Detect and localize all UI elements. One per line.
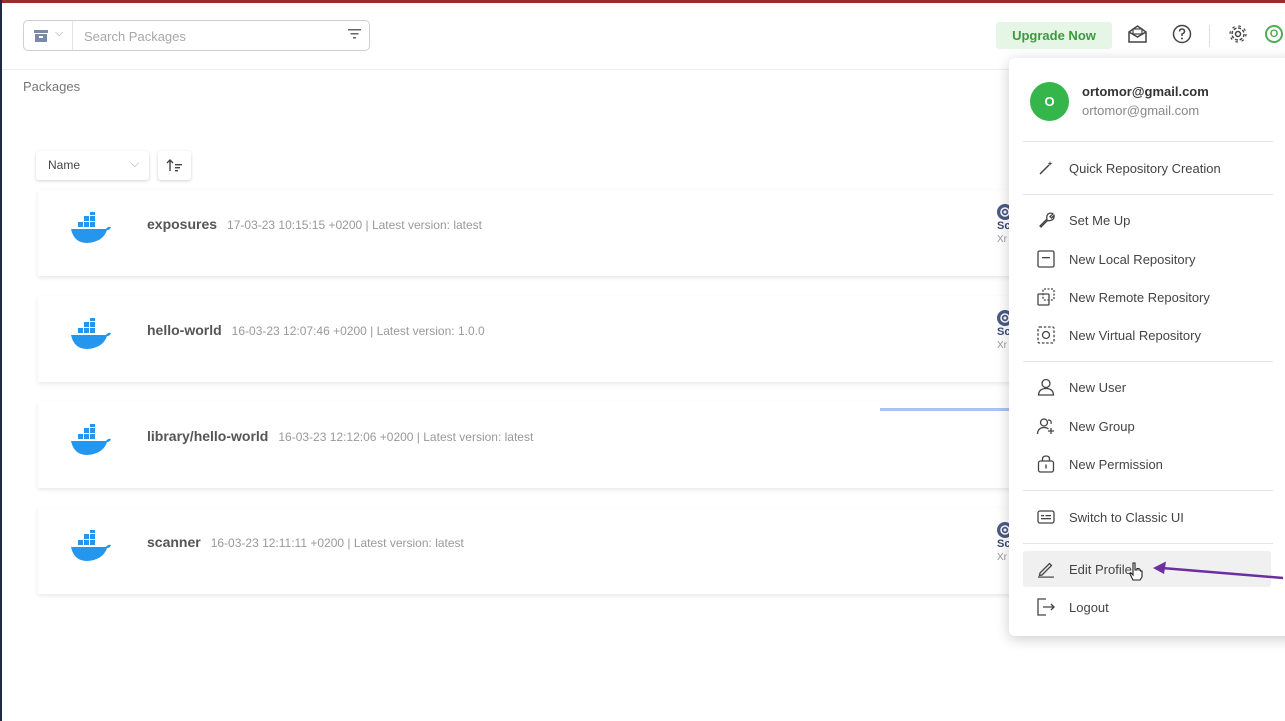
package-info: exposures 17-03-23 10:15:15 +0200 | Lates…	[147, 216, 482, 234]
package-meta: 17-03-23 10:15:15 +0200 | Latest version…	[227, 218, 483, 232]
menu-item-label: New Permission	[1069, 456, 1163, 472]
sort-ascending-icon	[166, 159, 182, 172]
annotation-arrow-icon	[1153, 561, 1284, 580]
mail-icon[interactable]	[1127, 24, 1148, 44]
docker-icon	[71, 530, 111, 561]
package-info: hello-world 16-03-23 12:07:46 +0200 | Lat…	[147, 322, 485, 340]
pencil-icon	[1035, 558, 1057, 580]
user-menu-dropdown: O ortomor@gmail.com ortomor@gmail.com Qu…	[1009, 58, 1285, 636]
package-name[interactable]: library/hello-world	[147, 428, 268, 444]
menu-item-label: New Virtual Repository	[1069, 327, 1201, 343]
local-repo-icon	[1035, 248, 1057, 270]
menu-item-label: New Remote Repository	[1069, 289, 1210, 305]
package-info: library/hello-world 16-03-23 12:12:06 +02…	[147, 428, 533, 446]
menu-item-new-virtual-repository[interactable]: New Virtual Repository	[1023, 317, 1271, 353]
logout-icon	[1035, 596, 1057, 618]
group-icon	[1035, 415, 1057, 437]
menu-item-new-group[interactable]: New Group	[1023, 408, 1271, 444]
classic-ui-icon	[1035, 506, 1057, 528]
package-meta: 16-03-23 12:11:11 +0200 | Latest version…	[210, 536, 464, 550]
menu-divider	[1023, 141, 1273, 142]
menu-divider	[1023, 490, 1273, 491]
menu-item-logout[interactable]: Logout	[1023, 589, 1271, 625]
menu-item-label: Set Me Up	[1069, 212, 1131, 228]
package-type-dropdown[interactable]: ⌵	[24, 21, 73, 50]
hand-cursor-icon	[1129, 562, 1143, 581]
xray-sub-label: Xr	[997, 340, 1007, 351]
gear-icon[interactable]	[1228, 24, 1248, 44]
package-row[interactable]: hello-world 16-03-23 12:07:46 +0200 | Lat…	[38, 296, 1018, 382]
menu-item-new-remote-repository[interactable]: New Remote Repository	[1023, 279, 1271, 315]
menu-item-new-local-repository[interactable]: New Local Repository	[1023, 241, 1271, 277]
package-meta: 16-03-23 12:12:06 +0200 | Latest version…	[278, 430, 534, 444]
menu-divider	[1023, 194, 1273, 195]
menu-item-new-user[interactable]: New User	[1023, 369, 1271, 405]
package-row[interactable]: scanner 16-03-23 12:11:11 +0200 | Latest …	[38, 508, 1018, 594]
chevron-down-icon: ⌵	[130, 158, 139, 170]
docker-icon	[71, 424, 111, 455]
package-name[interactable]: scanner	[147, 534, 201, 550]
xray-sub-label: Xr	[997, 234, 1007, 245]
menu-item-quick-repository-creation[interactable]: Quick Repository Creation	[1023, 150, 1271, 186]
window-left-edge	[0, 0, 2, 721]
package-type-icon	[34, 30, 48, 42]
wrench-icon	[1035, 209, 1057, 231]
filter-icon[interactable]	[348, 28, 361, 40]
magic-wand-icon	[1035, 157, 1057, 179]
menu-divider	[1023, 543, 1273, 544]
package-search-bar: ⌵	[23, 20, 370, 51]
package-name[interactable]: exposures	[147, 216, 217, 232]
user-email: ortomor@gmail.com	[1082, 84, 1209, 99]
user-icon	[1035, 376, 1057, 398]
loading-indicator	[880, 408, 1020, 411]
upgrade-now-button[interactable]: Upgrade Now	[996, 22, 1112, 49]
package-name[interactable]: hello-world	[147, 322, 222, 338]
sort-field-select[interactable]: Name ⌵	[36, 151, 149, 180]
avatar: O	[1030, 82, 1069, 121]
menu-item-set-me-up[interactable]: Set Me Up	[1023, 202, 1271, 238]
header-divider	[1209, 25, 1210, 47]
package-meta: 16-03-23 12:07:46 +0200 | Latest version…	[231, 324, 485, 338]
user-avatar-button[interactable]: O	[1265, 25, 1283, 43]
sort-field-label: Name	[48, 158, 81, 172]
menu-item-label: Edit Profile	[1069, 561, 1132, 577]
sort-direction-button[interactable]	[158, 151, 191, 180]
package-row[interactable]: library/hello-world 16-03-23 12:12:06 +02…	[38, 402, 1018, 488]
menu-item-label: New Group	[1069, 418, 1135, 434]
menu-item-label: Quick Repository Creation	[1069, 160, 1221, 176]
xray-sub-label: Xr	[997, 552, 1007, 563]
menu-item-switch-to-classic-ui[interactable]: Switch to Classic UI	[1023, 499, 1271, 535]
menu-item-label: Switch to Classic UI	[1069, 509, 1184, 525]
menu-divider	[1023, 361, 1273, 362]
docker-icon	[71, 318, 111, 349]
help-icon[interactable]	[1172, 24, 1192, 44]
menu-item-label: New Local Repository	[1069, 251, 1196, 267]
virtual-repo-icon	[1035, 324, 1057, 346]
menu-item-label: New User	[1069, 379, 1127, 395]
menu-item-label: Logout	[1069, 599, 1109, 615]
page-title: Packages	[23, 79, 81, 94]
user-email-secondary: ortomor@gmail.com	[1082, 103, 1200, 118]
chevron-down-icon: ⌵	[55, 27, 64, 39]
menu-item-new-permission[interactable]: New Permission	[1023, 446, 1271, 482]
package-row[interactable]: exposures 17-03-23 10:15:15 +0200 | Lates…	[38, 190, 1018, 276]
remote-repo-icon	[1035, 286, 1057, 308]
package-info: scanner 16-03-23 12:11:11 +0200 | Latest …	[147, 534, 464, 552]
lock-icon	[1035, 453, 1057, 475]
search-input[interactable]	[82, 25, 336, 48]
docker-icon	[71, 212, 111, 243]
